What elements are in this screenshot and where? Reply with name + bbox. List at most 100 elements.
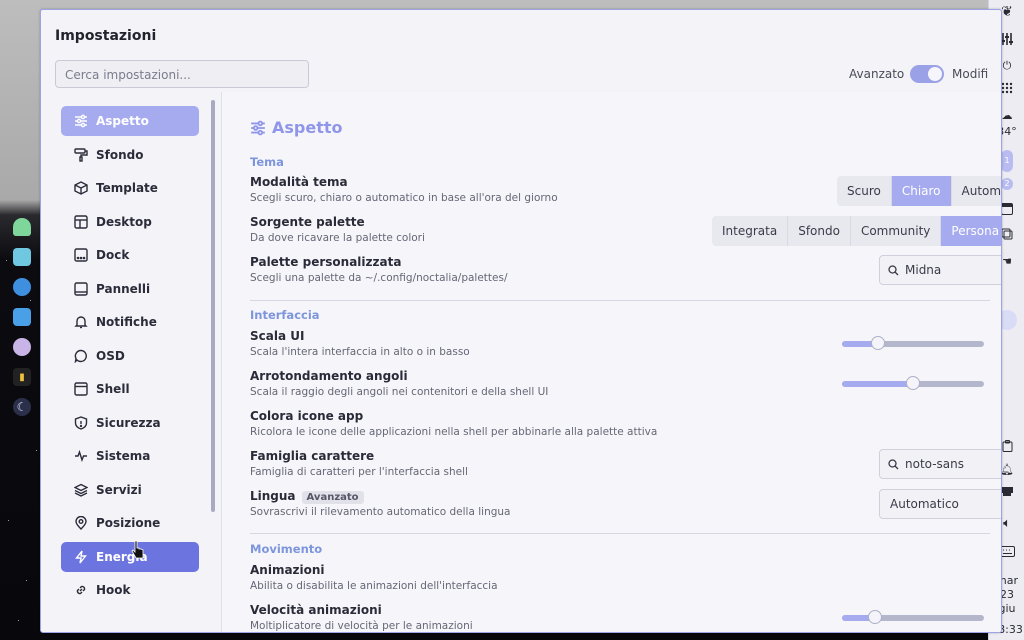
advanced-badge: Avanzato	[301, 491, 364, 504]
app-icon-color-desc: Ricolora le icone delle applicazioni nel…	[250, 426, 658, 438]
paint-roller-icon	[73, 147, 89, 163]
corner-rounding-slider[interactable]	[842, 376, 984, 390]
mouse-cursor-icon	[131, 540, 144, 559]
theme-option-chiaro[interactable]: Chiaro	[891, 176, 952, 206]
sidebar-item-energia[interactable]: Energia	[61, 541, 199, 572]
advanced-label: Avanzato	[849, 67, 905, 81]
custom-palette-desc: Scegli una palette da ~/.config/noctalia…	[250, 272, 508, 284]
advanced-toggle[interactable]	[910, 65, 944, 83]
sidebar-item-label: Posizione	[96, 516, 161, 530]
sidebar-item-label: Sfondo	[96, 147, 144, 162]
slider-fill	[842, 381, 913, 387]
page-title: Aspetto	[250, 118, 343, 137]
terminal-app-icon[interactable]: ▮	[13, 368, 31, 386]
animations-desc: Abilita o disabilita le animazioni dell'…	[250, 580, 498, 592]
sidebar-item-posizione[interactable]: Posizione	[61, 508, 199, 538]
dock-icon	[73, 247, 89, 263]
category-interfaccia: Interfaccia	[250, 308, 320, 322]
category-tema: Tema	[250, 155, 284, 169]
search-icon	[888, 264, 899, 275]
theme-option-auto[interactable]: Autom	[952, 176, 1001, 206]
location-pin-icon	[73, 515, 89, 531]
theme-option-scuro[interactable]: Scuro	[837, 176, 892, 206]
sidebar-item-shell[interactable]: Shell	[61, 374, 199, 404]
animation-speed-slider[interactable]	[842, 610, 984, 624]
language-desc: Sovrascrivi il rilevamento automatico de…	[250, 506, 511, 518]
palette-option-integrata[interactable]: Integrata	[712, 216, 789, 246]
toggle-knob	[928, 67, 942, 81]
palette-option-community[interactable]: Community	[851, 216, 942, 246]
sidebar-item-label: Pannelli	[96, 281, 151, 296]
settings-sidebar: Aspetto Sfondo Template Desktop Dock Pan…	[61, 106, 199, 609]
noctalia-app-icon[interactable]: ☾	[13, 398, 31, 416]
font-family-value: noto-sans	[905, 457, 965, 471]
custom-palette-search[interactable]: Midna	[879, 255, 1001, 285]
slider-thumb[interactable]	[870, 336, 885, 350]
sidebar-item-desktop[interactable]: Desktop	[61, 207, 199, 237]
app-icon-color-title: Colora icone app	[250, 409, 364, 423]
sidebar-item-sistema[interactable]: Sistema	[61, 441, 199, 471]
sidebar-item-sicurezza[interactable]: Sicurezza	[61, 408, 199, 438]
language-dropdown[interactable]: Automatico	[879, 489, 1001, 519]
language-value: Automatico	[890, 497, 959, 511]
workspace-2-pill[interactable]: 2	[1001, 178, 1013, 190]
message-icon	[73, 348, 89, 364]
palette-option-sfondo[interactable]: Sfondo	[788, 216, 851, 246]
sidebar-item-label: Aspetto	[96, 114, 149, 128]
chat-app-icon[interactable]	[13, 248, 31, 266]
divider	[250, 300, 990, 301]
theme-mode-desc: Scegli scuro, chiaro o automatico in bas…	[250, 192, 558, 204]
slider-thumb[interactable]	[906, 376, 920, 390]
font-family-title: Famiglia carattere	[250, 449, 375, 463]
sidebar-item-hook[interactable]: Hook	[61, 575, 199, 605]
sidebar-item-servizi[interactable]: Servizi	[61, 475, 199, 505]
sidebar-item-label: OSD	[96, 348, 125, 363]
animation-speed-desc: Moltiplicatore di velocità per le animaz…	[250, 620, 473, 632]
sidebar-item-label: Servizi	[96, 482, 142, 497]
sidebar-item-label: Template	[96, 181, 158, 195]
media-app-icon[interactable]	[13, 338, 31, 356]
sliders-icon	[251, 120, 265, 135]
theme-mode-segmented: Scuro Chiaro Autom	[837, 176, 1001, 206]
sidebar-item-dock[interactable]: Dock	[61, 240, 199, 270]
window-title: Impostazioni	[55, 28, 157, 44]
files-app-icon[interactable]	[13, 308, 31, 326]
animations-title: Animazioni	[250, 563, 325, 577]
bell-icon	[73, 314, 89, 330]
sidebar-item-label: Sicurezza	[96, 415, 161, 430]
search-icon	[888, 458, 899, 469]
corner-rounding-title: Arrotondamento angoli	[250, 369, 408, 383]
sidebar-item-notifiche[interactable]: Notifiche	[61, 307, 199, 337]
sidebar-item-label: Dock	[96, 248, 130, 262]
language-title: Lingua Avanzato	[250, 489, 364, 504]
settings-window: Impostazioni Cerca impostazioni... Avanz…	[40, 9, 1002, 633]
corner-rounding-desc: Scala il raggio degli angoli nei conteni…	[250, 386, 549, 398]
workspace-1-pill[interactable]: 1	[1001, 150, 1013, 172]
font-family-desc: Famiglia di caratteri per l'interfaccia …	[250, 466, 468, 478]
language-title-text: Lingua	[250, 489, 296, 503]
modify-label: Modifi	[952, 67, 989, 81]
sidebar-item-pannelli[interactable]: Pannelli	[61, 274, 199, 304]
page-title-text: Aspetto	[272, 118, 343, 137]
pulse-icon	[73, 448, 89, 464]
left-dock: ▮ ☾	[10, 218, 34, 428]
sidebar-item-osd[interactable]: OSD	[61, 341, 199, 371]
browser-app-icon[interactable]	[13, 278, 31, 296]
sidebar-item-label: Hook	[96, 583, 131, 597]
ui-scale-slider[interactable]	[842, 336, 984, 350]
sidebar-scrollbar[interactable]	[211, 100, 215, 512]
sidebar-item-template[interactable]: Template	[61, 173, 199, 203]
sidebar-item-label: Shell	[96, 382, 130, 396]
slider-thumb[interactable]	[867, 610, 882, 624]
bolt-icon	[73, 549, 89, 565]
panel-icon	[73, 281, 89, 297]
sidebar-item-label: Sistema	[96, 449, 151, 463]
font-family-search[interactable]: noto-sans	[879, 449, 1001, 479]
animation-speed-title: Velocità animazioni	[250, 603, 382, 617]
ghost-app-icon[interactable]	[13, 218, 31, 236]
layout-icon	[73, 214, 89, 230]
search-input[interactable]: Cerca impostazioni...	[55, 60, 309, 88]
sidebar-item-aspetto[interactable]: Aspetto	[61, 106, 199, 136]
palette-option-personalizzata[interactable]: Persona	[941, 216, 1001, 246]
sidebar-item-sfondo[interactable]: Sfondo	[61, 140, 199, 170]
